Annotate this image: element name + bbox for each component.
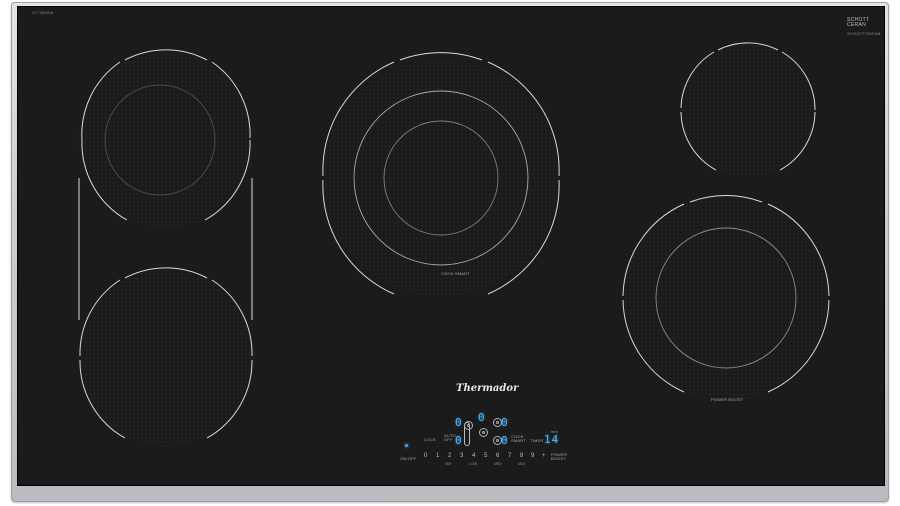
slider-sub-sim: SIM bbox=[445, 462, 452, 466]
zone-display-right-bottom: 0 bbox=[501, 434, 508, 447]
zone-display-left-bottom: 0 bbox=[455, 434, 462, 447]
slider-sub-low: LOW bbox=[469, 462, 477, 466]
right-top-burner[interactable] bbox=[680, 42, 816, 177]
power-boost-button-2[interactable]: BOOST bbox=[551, 457, 566, 461]
right-bottom-burner[interactable] bbox=[622, 195, 830, 401]
burner-zones bbox=[78, 42, 830, 446]
slider-number-5[interactable]: 5 bbox=[484, 453, 487, 459]
timer-display: 14 bbox=[544, 433, 560, 446]
lock-button[interactable]: LOCK bbox=[424, 437, 436, 442]
slider-number-0[interactable]: 0 bbox=[424, 453, 427, 459]
center-zone-icon[interactable] bbox=[479, 428, 488, 437]
center-burner[interactable] bbox=[322, 52, 560, 296]
onoff-button[interactable]: ON/OFF bbox=[400, 456, 416, 461]
auto-off-label-2: OFF bbox=[444, 437, 453, 442]
zone-display-center: 0 bbox=[478, 411, 485, 424]
thermador-logo: Thermador bbox=[456, 383, 519, 394]
zone-display-left-top: 0 bbox=[455, 416, 462, 429]
cook-smart-zone-label: COOK SMART bbox=[441, 271, 470, 276]
onoff-indicator bbox=[405, 444, 408, 447]
slider-number-7[interactable]: 7 bbox=[508, 453, 511, 459]
slider-sub-max: MAX bbox=[518, 462, 526, 466]
slider-plus[interactable]: + bbox=[542, 453, 546, 459]
left-bottom-burner[interactable] bbox=[78, 267, 254, 446]
slider-sub-med: MED bbox=[494, 462, 502, 466]
slider-number-8[interactable]: 8 bbox=[520, 453, 523, 459]
slider-number-9[interactable]: 9 bbox=[531, 453, 534, 459]
zone-display-right-top: 0 bbox=[501, 416, 508, 429]
slider-number-3[interactable]: 3 bbox=[460, 453, 463, 459]
left-top-burner[interactable] bbox=[78, 49, 254, 228]
zone-select-icon[interactable] bbox=[464, 421, 473, 430]
timer-button[interactable]: TIMER bbox=[530, 438, 543, 443]
cook-smart-label-2[interactable]: SMART bbox=[511, 439, 526, 443]
slider-number-4[interactable]: 4 bbox=[472, 453, 475, 459]
power-boost-zone-label: POWER BOOST bbox=[711, 397, 744, 402]
slider-number-6[interactable]: 6 bbox=[496, 453, 499, 459]
slider-number-2[interactable]: 2 bbox=[448, 453, 451, 459]
slider-number-1[interactable]: 1 bbox=[436, 453, 439, 459]
